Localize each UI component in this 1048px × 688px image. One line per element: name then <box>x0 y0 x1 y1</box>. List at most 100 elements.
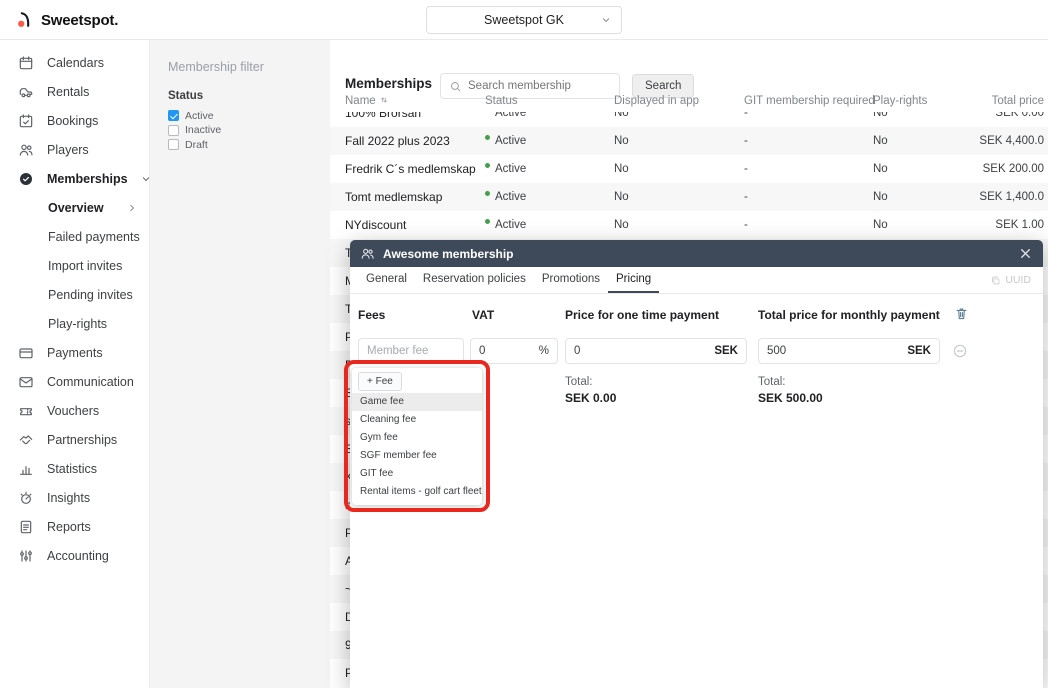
monthly-price-input[interactable] <box>767 345 901 357</box>
sidebar-item-insights[interactable]: Insights <box>0 483 149 512</box>
ticket-icon <box>18 403 34 419</box>
sidebar-subitem-play-rights[interactable]: Play-rights <box>0 309 149 338</box>
fee-option-git-fee[interactable]: GIT fee <box>352 465 482 483</box>
page-title: Memberships <box>345 76 432 91</box>
membership-row[interactable]: Fredrik C´s medlemskapActiveNo-NoSEK 200… <box>330 155 1048 183</box>
checkbox-active[interactable] <box>168 110 179 121</box>
column-header-name[interactable]: Name <box>345 90 389 112</box>
sidebar-item-label: Reports <box>47 520 91 534</box>
filter-option-draft[interactable]: Draft <box>168 138 312 152</box>
sidebar-subitem-failed-payments[interactable]: Failed payments <box>0 222 149 251</box>
add-fee-button[interactable]: + Fee <box>358 372 402 391</box>
sidebar-item-label: Accounting <box>47 549 109 563</box>
one-time-total-label: Total: <box>565 376 593 388</box>
membership-play-rights: No <box>873 155 888 183</box>
membership-git-required: - <box>744 211 748 239</box>
fee-option-sgf-member-fee[interactable]: SGF member fee <box>352 447 482 465</box>
trash-icon[interactable] <box>954 306 969 321</box>
sidebar-subitem-label: Play-rights <box>48 317 107 331</box>
membership-row[interactable]: Tomt medlemskapActiveNo-NoSEK 1,400.0 <box>330 183 1048 211</box>
tab-reservation-policies[interactable]: Reservation policies <box>415 267 534 293</box>
membership-total-price: SEK 1,400.0 <box>979 183 1044 211</box>
fee-option-gym-fee[interactable]: Gym fee <box>352 429 482 447</box>
one-time-price-input[interactable] <box>574 345 708 357</box>
membership-row[interactable]: Fall 2022 plus 2023ActiveNo-NoSEK 4,400.… <box>330 127 1048 155</box>
sort-icon[interactable] <box>379 95 389 105</box>
sidebar-item-label: Memberships <box>47 172 128 186</box>
filter-option-inactive[interactable]: Inactive <box>168 124 312 138</box>
sidebar-item-label: Vouchers <box>47 404 99 418</box>
membership-status: Active <box>485 183 526 211</box>
sidebar-item-label: Rentals <box>47 85 89 99</box>
membership-git-required: - <box>744 155 748 183</box>
status-dot-icon <box>485 191 490 196</box>
filter-option-label: Draft <box>185 139 208 151</box>
sidebar-item-accounting[interactable]: Accounting <box>0 541 149 570</box>
sidebar-item-memberships[interactable]: Memberships <box>0 164 149 193</box>
club-selector[interactable]: Sweetspot GK <box>426 6 622 34</box>
chevron-right-icon <box>127 203 137 213</box>
vat-field[interactable]: % <box>470 338 558 364</box>
tab-pricing[interactable]: Pricing <box>608 267 659 293</box>
report-icon <box>18 519 34 535</box>
filter-option-label: Inactive <box>185 124 221 136</box>
membership-status: Active <box>485 127 526 155</box>
membership-play-rights: No <box>873 127 888 155</box>
sidebar-item-label: Bookings <box>47 114 98 128</box>
membership-play-rights: No <box>873 183 888 211</box>
bar-chart-icon <box>18 461 34 477</box>
membership-badge-icon <box>18 171 34 187</box>
pricing-tab-content: Fees VAT Price for one time payment Tota… <box>350 294 1043 688</box>
status-filter-label: Status <box>168 90 312 102</box>
close-icon[interactable] <box>1018 246 1033 261</box>
filter-option-active[interactable]: Active <box>168 109 312 123</box>
sidebar-item-statistics[interactable]: Statistics <box>0 454 149 483</box>
sidebar-item-calendars[interactable]: Calendars <box>0 48 149 77</box>
sweetspot-logo-icon <box>16 11 34 29</box>
checkbox-inactive[interactable] <box>168 125 179 136</box>
sidebar-subitem-label: Overview <box>48 201 104 215</box>
status-dot-icon <box>485 219 490 224</box>
modal-title: Awesome membership <box>383 247 514 261</box>
sidebar-item-players[interactable]: Players <box>0 135 149 164</box>
sidebar-subitem-overview[interactable]: Overview <box>0 193 149 222</box>
membership-modal: Awesome membership GeneralReservation po… <box>350 240 1043 688</box>
monthly-price-field[interactable]: SEK <box>758 338 940 364</box>
sidebar-subitem-pending-invites[interactable]: Pending invites <box>0 280 149 309</box>
sliders-icon <box>18 548 34 564</box>
sidebar-item-label: Insights <box>47 491 90 505</box>
sidebar-item-bookings[interactable]: Bookings <box>0 106 149 135</box>
uuid-button[interactable]: UUID <box>990 267 1043 293</box>
one-time-price-field[interactable]: SEK <box>565 338 747 364</box>
vat-input[interactable] <box>479 345 533 357</box>
fee-option-game-fee[interactable]: Game fee <box>352 393 482 411</box>
sidebar-subitem-import-invites[interactable]: Import invites <box>0 251 149 280</box>
membership-play-rights: No <box>873 112 888 127</box>
membership-total-price: SEK 200.00 <box>983 155 1044 183</box>
membership-name: 100% Brorsan <box>345 112 421 127</box>
sidebar-item-partnerships[interactable]: Partnerships <box>0 425 149 454</box>
sidebar-item-vouchers[interactable]: Vouchers <box>0 396 149 425</box>
membership-row[interactable]: NYdiscountActiveNo-NoSEK 1.00 <box>330 211 1048 239</box>
sidebar-item-reports[interactable]: Reports <box>0 512 149 541</box>
checkbox-draft[interactable] <box>168 139 179 150</box>
fee-dropdown: + Fee Game feeCleaning feeGym feeSGF mem… <box>352 368 482 505</box>
people-icon <box>360 246 375 261</box>
golf-cart-icon <box>18 84 34 100</box>
filter-option-label: Active <box>185 110 214 122</box>
minus-circle-icon[interactable] <box>952 343 968 359</box>
sidebar-item-payments[interactable]: Payments <box>0 338 149 367</box>
tab-promotions[interactable]: Promotions <box>534 267 608 293</box>
fee-name-field[interactable] <box>358 338 464 364</box>
membership-row[interactable]: 100% BrorsanActiveNo-NoSEK 0.00 <box>330 112 1048 127</box>
fee-option-cleaning-fee[interactable]: Cleaning fee <box>352 411 482 429</box>
modal-tab-bar: GeneralReservation policiesPromotionsPri… <box>350 267 1043 294</box>
sidebar-item-rentals[interactable]: Rentals <box>0 77 149 106</box>
fee-option-rental-items-golf-cart-fleet[interactable]: Rental items - golf cart fleet <box>352 483 482 501</box>
membership-status: Active <box>485 112 526 127</box>
sidebar-item-communication[interactable]: Communication <box>0 367 149 396</box>
sidebar-item-label: Communication <box>47 375 134 389</box>
fee-name-input[interactable] <box>367 345 455 357</box>
sidebar-subitem-label: Failed payments <box>48 230 140 244</box>
tab-general[interactable]: General <box>358 267 415 293</box>
